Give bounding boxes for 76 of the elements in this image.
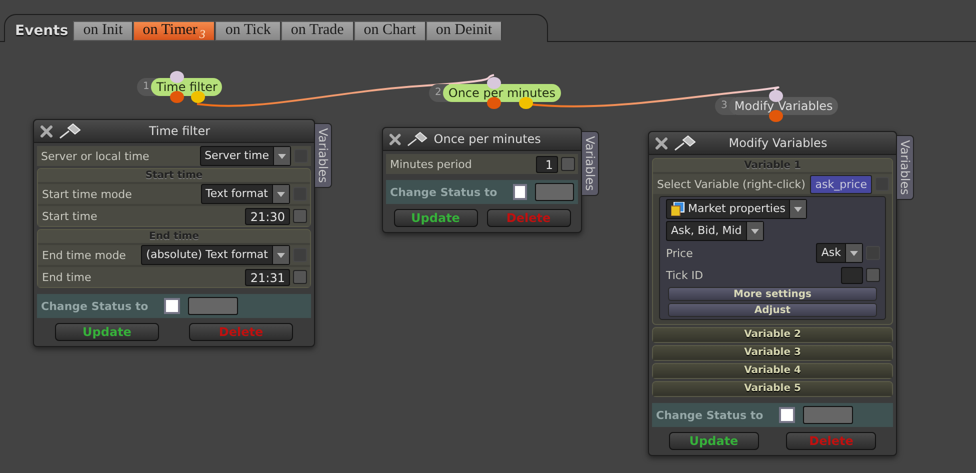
color-field[interactable] <box>188 297 238 315</box>
checkbox[interactable] <box>164 298 180 314</box>
section-header[interactable]: Variable 4 <box>653 364 892 378</box>
field-label: Price <box>666 246 694 260</box>
variable-tag[interactable]: ask_price <box>810 174 872 194</box>
pin-icon[interactable] <box>59 123 81 139</box>
field-label: Tick ID <box>666 268 704 282</box>
update-button[interactable]: Update <box>394 209 478 227</box>
color-field[interactable] <box>534 183 574 201</box>
status-label: Change Status to <box>41 300 148 312</box>
section-header[interactable]: Variable 3 <box>653 346 892 360</box>
color-field[interactable] <box>803 406 854 424</box>
coin-stack-icon <box>671 202 685 216</box>
checkbox[interactable] <box>561 157 575 171</box>
window-title: Time filter <box>148 124 212 138</box>
input-field[interactable]: 21:31 <box>245 268 290 286</box>
field-label: Minutes period <box>390 158 473 170</box>
side-tab[interactable]: Variables <box>897 135 914 200</box>
side-tab[interactable]: Variables <box>582 131 599 196</box>
event-tab[interactable]: on Deinit <box>426 20 502 40</box>
field-label: End time mode <box>42 248 127 262</box>
input-port[interactable] <box>769 90 783 102</box>
settings-button[interactable]: Adjust <box>668 303 877 317</box>
pin-icon[interactable] <box>407 131 428 147</box>
field-label: End time <box>42 270 92 284</box>
field-label: Start time mode <box>42 188 133 200</box>
events-label: Events <box>15 22 68 38</box>
dropdown-arrow-icon <box>750 228 759 234</box>
dropdown-arrow-icon <box>277 252 285 258</box>
settings-button[interactable]: More settings <box>668 287 877 301</box>
dropdown[interactable]: Server time <box>200 146 291 166</box>
side-tab[interactable]: Variables <box>315 123 332 188</box>
input-field[interactable]: 21:30 <box>245 208 290 224</box>
input-field[interactable] <box>841 266 863 284</box>
node-label[interactable]: Modify Variables <box>729 97 838 115</box>
event-tab[interactable]: on Tick <box>215 20 281 40</box>
close-icon[interactable] <box>655 136 668 150</box>
checkbox[interactable] <box>513 184 527 200</box>
dropdown[interactable]: Market properties <box>666 199 808 219</box>
section-header[interactable]: Variable 5 <box>653 382 892 396</box>
input-port[interactable] <box>170 71 184 83</box>
update-button[interactable]: Update <box>55 323 159 341</box>
window-title: Once per minutes <box>434 132 541 146</box>
event-tab[interactable]: on Timer$_{3}$ <box>132 20 216 40</box>
event-tab[interactable]: on Chart <box>354 20 426 40</box>
node-label[interactable]: Once per minutes <box>443 84 561 102</box>
section-header[interactable]: Variable 2 <box>653 328 892 342</box>
field-label: Start time <box>42 210 98 222</box>
checkbox[interactable] <box>866 268 880 282</box>
dropdown-arrow-icon <box>277 192 285 196</box>
event-tab[interactable]: on Trade <box>280 20 354 40</box>
input-port[interactable] <box>487 77 501 89</box>
dropdown[interactable]: Text format <box>200 184 290 204</box>
dropdown-arrow-icon <box>850 250 858 256</box>
event-tab[interactable]: on Init <box>73 20 133 40</box>
dropdown[interactable]: Ask, Bid, Mid <box>666 221 764 241</box>
dropdown[interactable]: Ask <box>816 243 863 263</box>
field-label: Server or local time <box>41 150 150 162</box>
output-port[interactable] <box>170 91 184 103</box>
field-label: Select Variable (right-click) <box>657 178 806 190</box>
output-port[interactable] <box>519 97 533 109</box>
checkbox[interactable] <box>779 407 796 423</box>
dropdown-arrow-icon <box>794 206 802 212</box>
dropdown-arrow-icon <box>278 154 286 158</box>
status-label: Change Status to <box>656 408 764 422</box>
status-label: Change Status to <box>390 186 498 198</box>
input-field[interactable]: 1 <box>536 156 558 172</box>
close-icon[interactable] <box>40 124 53 138</box>
output-port[interactable] <box>191 91 205 103</box>
checkbox[interactable] <box>293 209 307 223</box>
update-button[interactable]: Update <box>668 432 759 450</box>
checkbox[interactable] <box>293 270 307 284</box>
pin-icon[interactable] <box>674 135 696 151</box>
close-icon[interactable] <box>389 132 402 146</box>
window-title: Modify Variables <box>728 136 828 150</box>
dropdown[interactable]: (absolute) Text format <box>141 245 290 265</box>
